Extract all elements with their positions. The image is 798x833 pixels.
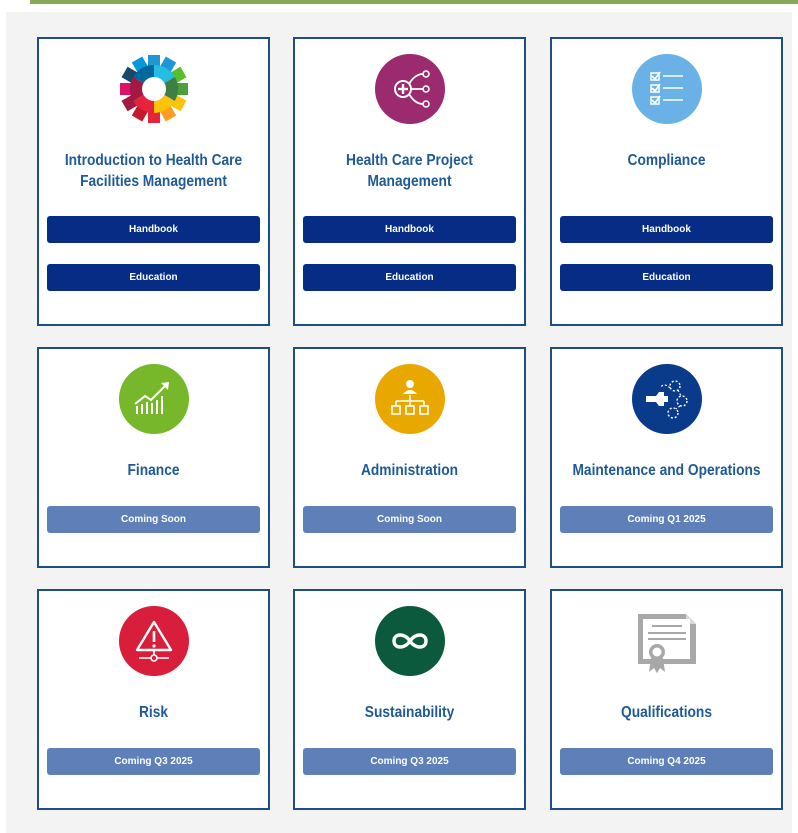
education-button[interactable]: Education (47, 264, 260, 291)
warning-icon (118, 606, 189, 676)
card-administration: Administration Coming Soon (293, 347, 526, 568)
coming-soon-button[interactable]: Coming Soon (47, 506, 260, 533)
card-project-management: Health Care Project Management Handbook … (293, 37, 526, 326)
card-title: Sustainability (364, 704, 455, 721)
gear-puzzle-icon (119, 54, 189, 124)
card-finance: Finance Coming Soon (37, 347, 270, 568)
org-chart-icon (374, 364, 445, 434)
card-title: Finance (127, 462, 180, 479)
card-qualifications: Qualifications Coming Q4 2025 (550, 589, 783, 810)
handbook-button[interactable]: Handbook (303, 216, 516, 243)
card-title: Health Care Project Management (346, 152, 473, 190)
project-network-icon (374, 54, 445, 124)
education-button[interactable]: Education (560, 264, 773, 291)
coming-q4-2025-button[interactable]: Coming Q4 2025 (560, 748, 773, 775)
wrench-process-icon (631, 364, 702, 434)
card-title: Qualifications (621, 704, 712, 721)
card-title: Administration (360, 462, 459, 479)
coming-soon-button[interactable]: Coming Soon (303, 506, 516, 533)
card-title: Risk (138, 704, 169, 721)
infinity-icon (374, 606, 445, 676)
handbook-button[interactable]: Handbook (47, 216, 260, 243)
card-title: Maintenance and Operations (572, 462, 761, 479)
certificate-icon (632, 606, 702, 676)
growth-chart-icon (118, 364, 189, 434)
card-maintenance-operations: Maintenance and Operations Coming Q1 202… (550, 347, 783, 568)
handbook-button[interactable]: Handbook (560, 216, 773, 243)
card-sustainability: Sustainability Coming Q3 2025 (293, 589, 526, 810)
card-compliance: Compliance Handbook Education (550, 37, 783, 326)
coming-q3-2025-button[interactable]: Coming Q3 2025 (47, 748, 260, 775)
education-button[interactable]: Education (303, 264, 516, 291)
card-introduction: Introduction to Health Care Facilities M… (37, 37, 270, 326)
coming-q3-2025-button[interactable]: Coming Q3 2025 (303, 748, 516, 775)
checklist-icon (631, 54, 702, 124)
card-title: Introduction to Health Care Facilities M… (64, 152, 243, 190)
top-accent-bar (30, 0, 798, 4)
coming-q1-2025-button[interactable]: Coming Q1 2025 (560, 506, 773, 533)
card-title: Compliance (627, 152, 706, 169)
card-risk: Risk Coming Q3 2025 (37, 589, 270, 810)
